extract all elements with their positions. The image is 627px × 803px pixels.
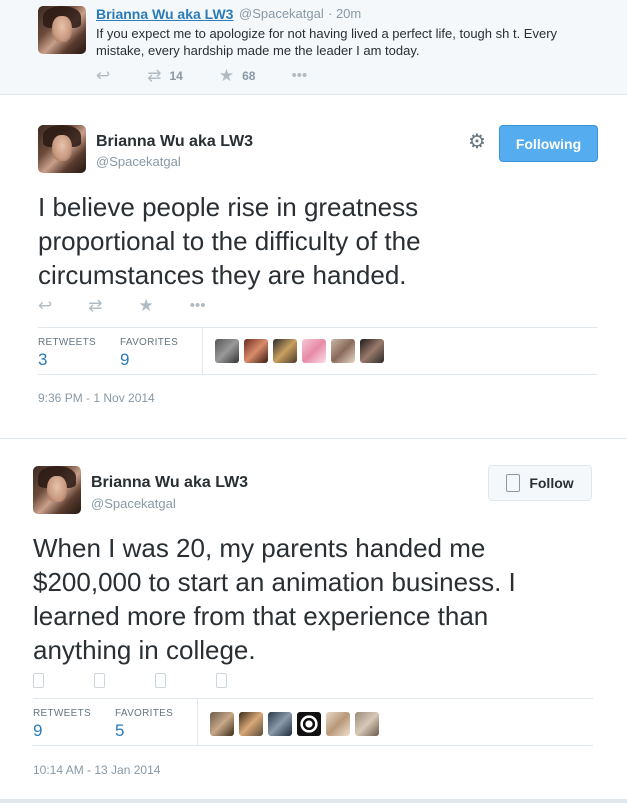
retweet-count: 14	[169, 68, 183, 83]
user-handle[interactable]: @Spacekatgal	[239, 6, 324, 21]
stats-divider	[202, 328, 203, 375]
bottom-border	[0, 799, 627, 803]
tweet-actions	[33, 673, 227, 688]
reply-icon[interactable]: ↩	[96, 67, 110, 84]
star-icon: ★	[218, 66, 235, 85]
retweet-icon[interactable]	[94, 673, 105, 688]
favoriter-avatar[interactable]	[210, 712, 234, 736]
reply-icon[interactable]	[33, 673, 44, 688]
stats-divider	[197, 699, 198, 746]
more-icon[interactable]: •••	[291, 68, 307, 83]
user-name-link[interactable]: Brianna Wu aka LW3	[96, 6, 233, 22]
favoriter-avatars	[210, 712, 379, 736]
favorites-value[interactable]: 9	[120, 350, 129, 370]
avatar[interactable]	[38, 125, 86, 173]
tweet-time[interactable]: · 20m	[328, 6, 361, 21]
tweet-separator	[0, 438, 627, 439]
more-icon[interactable]	[216, 673, 227, 688]
tweet-stats: RETWEETS 9 FAVORITES 5	[33, 698, 593, 746]
avatar[interactable]	[33, 466, 81, 514]
retweets-value[interactable]: 9	[33, 721, 42, 741]
favoriter-avatar[interactable]	[360, 339, 384, 363]
favorites-label[interactable]: FAVORITES	[115, 708, 173, 719]
star-icon[interactable]: ★	[139, 297, 154, 314]
tweet-timestamp[interactable]: 10:14 AM - 13 Jan 2014	[33, 763, 160, 777]
favorites-label[interactable]: FAVORITES	[120, 337, 178, 348]
star-icon[interactable]	[155, 673, 166, 688]
following-button[interactable]: Following	[499, 125, 598, 162]
tweet-text: I believe people rise in greatness propo…	[38, 192, 421, 290]
retweets-value[interactable]: 3	[38, 350, 47, 370]
follow-icon	[506, 474, 521, 492]
compact-tweet[interactable]: Brianna Wu aka LW3 @Spacekatgal · 20m If…	[0, 0, 627, 95]
favoriter-avatar[interactable]	[326, 712, 350, 736]
retweet-button[interactable]: ⇄ 14	[147, 67, 183, 84]
follow-button[interactable]: Follow	[488, 465, 592, 501]
tweet-timestamp[interactable]: 9:36 PM - 1 Nov 2014	[38, 391, 155, 405]
follow-button-label: Follow	[529, 475, 574, 491]
avatar[interactable]	[38, 6, 86, 54]
tweet-stats: RETWEETS 3 FAVORITES 9	[38, 327, 598, 375]
user-name[interactable]: Brianna Wu aka LW3	[96, 133, 253, 151]
more-icon[interactable]: •••	[190, 298, 206, 313]
favorite-button[interactable]: ★ 68	[219, 67, 256, 84]
retweet-icon: ⇄	[147, 66, 162, 85]
following-button-label: Following	[515, 135, 582, 152]
user-name[interactable]: Brianna Wu aka LW3	[91, 474, 248, 492]
favoriter-avatar[interactable]	[215, 339, 239, 363]
favorites-value[interactable]: 5	[115, 721, 124, 741]
retweets-label[interactable]: RETWEETS	[38, 337, 96, 348]
user-handle[interactable]: @Spacekatgal	[96, 154, 181, 169]
retweets-label[interactable]: RETWEETS	[33, 708, 91, 719]
favoriter-avatar[interactable]	[244, 339, 268, 363]
favoriter-avatar[interactable]	[239, 712, 263, 736]
retweet-icon[interactable]: ⇄	[88, 297, 102, 314]
tweet-text: If you expect me to apologize for not ha…	[96, 26, 558, 58]
favoriter-avatar[interactable]	[355, 712, 379, 736]
favoriter-avatar[interactable]	[331, 339, 355, 363]
user-handle[interactable]: @Spacekatgal	[91, 496, 176, 511]
favoriter-avatar[interactable]	[273, 339, 297, 363]
favorite-count: 68	[242, 68, 256, 83]
favoriter-avatar[interactable]	[297, 712, 321, 736]
gear-icon[interactable]: ⚙	[468, 132, 486, 152]
favoriter-avatar[interactable]	[302, 339, 326, 363]
favoriter-avatars	[215, 339, 384, 363]
tweet-text: When I was 20, my parents handed me $200…	[33, 533, 516, 665]
favoriter-avatar[interactable]	[268, 712, 292, 736]
reply-icon[interactable]: ↩	[38, 297, 52, 314]
